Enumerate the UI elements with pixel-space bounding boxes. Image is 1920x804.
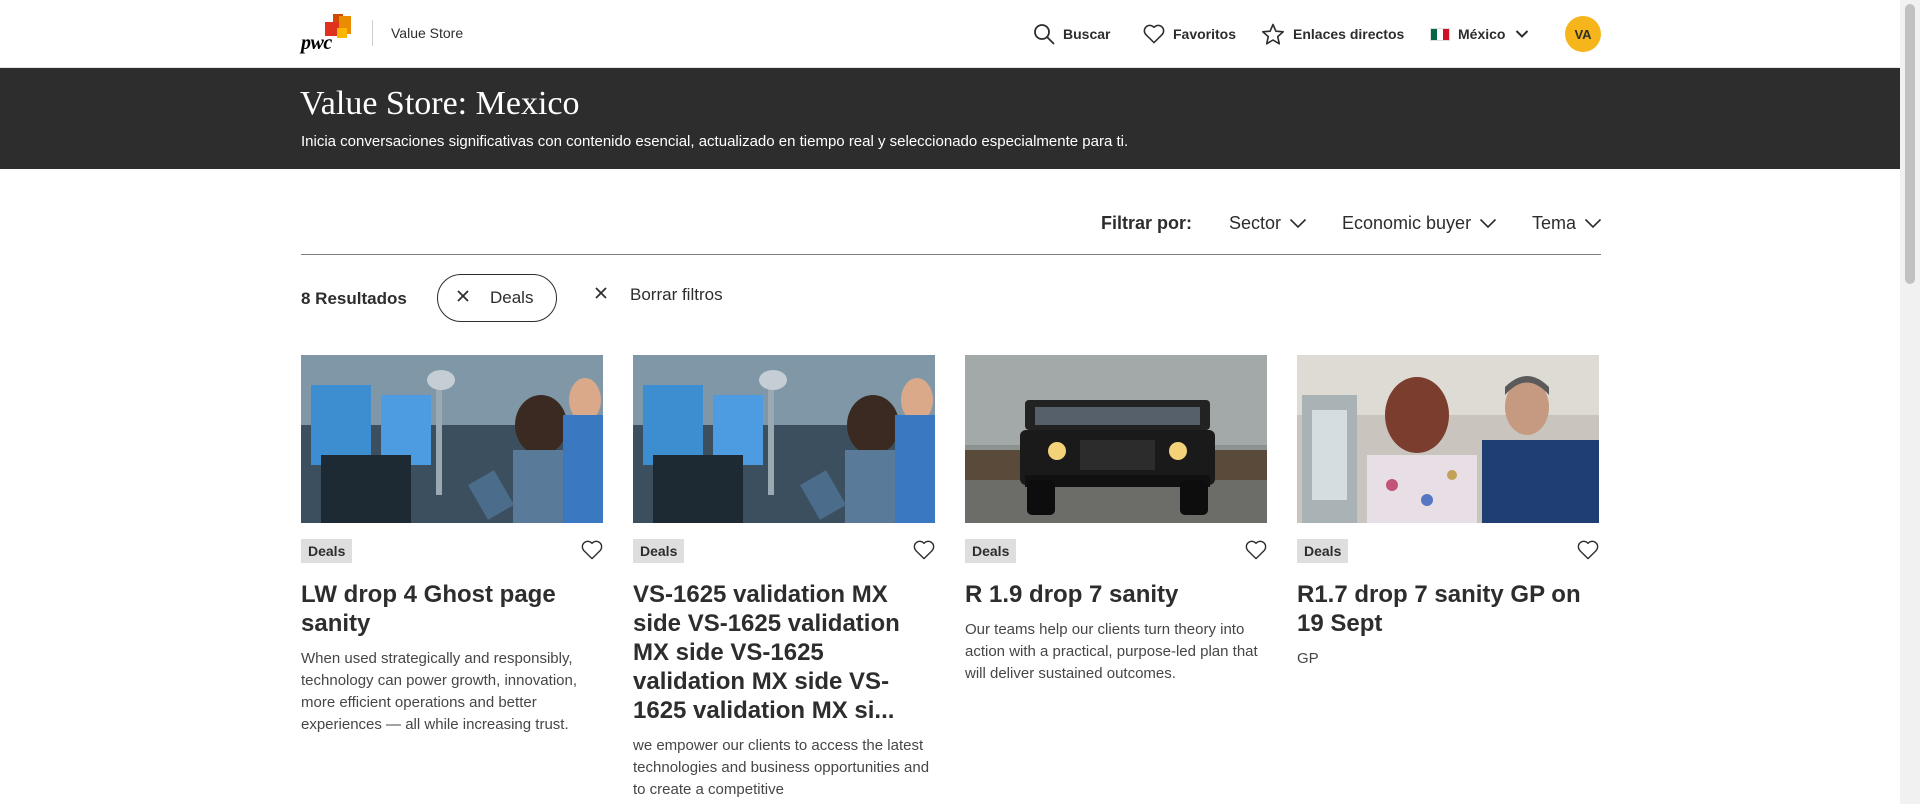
quick-links-button[interactable]: Enlaces directos <box>1261 22 1404 46</box>
page-title: Value Store: Mexico <box>300 85 580 122</box>
mexico-flag-icon <box>1430 27 1450 41</box>
tema-filter-dropdown[interactable]: Tema <box>1532 213 1602 234</box>
category-tag: Deals <box>301 539 353 563</box>
card-image-meeting[interactable] <box>1297 355 1599 523</box>
content-card[interactable]: Deals R1.7 drop 7 sanity GP on 19 Sept G… <box>1297 355 1599 670</box>
chevron-down-icon <box>1576 213 1602 234</box>
favorite-heart-icon[interactable] <box>581 540 603 565</box>
category-tag: Deals <box>965 539 1017 563</box>
close-icon[interactable] <box>456 288 470 308</box>
economic-buyer-filter-dropdown[interactable]: Economic buyer <box>1342 213 1497 234</box>
page-scrollbar[interactable] <box>1900 0 1920 804</box>
scrollbar-thumb[interactable] <box>1905 4 1915 284</box>
sector-filter-dropdown[interactable]: Sector <box>1229 213 1307 234</box>
brand-name[interactable]: Value Store <box>391 25 463 41</box>
card-description: When used strategically and responsibly,… <box>301 650 578 733</box>
brand-divider <box>372 20 373 46</box>
card-title[interactable]: LW drop 4 Ghost page sanity <box>301 580 603 638</box>
content-card[interactable]: Deals VS-1625 validation MX side VS-1625… <box>633 355 935 801</box>
clear-filters-button[interactable]: Borrar filtros <box>594 285 723 305</box>
card-title[interactable]: VS-1625 validation MX side VS-1625 valid… <box>633 580 935 725</box>
favorite-heart-icon[interactable] <box>1245 540 1267 565</box>
chevron-down-icon <box>1515 29 1529 39</box>
content-card[interactable]: Deals LW drop 4 Ghost page sanity When u… <box>301 355 603 736</box>
search-label: Buscar <box>1063 26 1111 42</box>
quick-links-label: Enlaces directos <box>1293 26 1405 42</box>
category-tag: Deals <box>633 539 685 563</box>
card-title[interactable]: R1.7 drop 7 sanity GP on 19 Sept <box>1297 580 1599 638</box>
clear-filters-label: Borrar filtros <box>630 285 723 304</box>
chevron-down-icon <box>1281 213 1307 234</box>
favorites-button[interactable]: Favoritos <box>1143 22 1236 46</box>
tema-filter-label: Tema <box>1532 213 1577 233</box>
active-filter-chip-deals[interactable]: Deals <box>437 274 557 322</box>
card-image-office[interactable] <box>301 355 603 523</box>
user-avatar[interactable]: VA <box>1565 16 1601 52</box>
pwc-logo[interactable]: pwc <box>301 14 353 54</box>
page-subtitle: Inicia conversaciones significativas con… <box>301 133 1129 150</box>
chevron-down-icon <box>1471 213 1497 234</box>
favorite-heart-icon[interactable] <box>1577 540 1599 565</box>
card-image-office[interactable] <box>633 355 935 523</box>
search-button[interactable]: Buscar <box>1033 22 1110 46</box>
filter-bar: Filtrar por: Sector Economic buyer Tema <box>301 200 1602 255</box>
close-icon <box>594 285 608 305</box>
sector-filter-label: Sector <box>1229 213 1282 233</box>
heart-icon <box>1143 24 1165 44</box>
country-selector[interactable]: México <box>1430 22 1529 46</box>
pwc-logo-text: pwc <box>301 32 332 54</box>
hero-banner: Value Store: Mexico Inicia conversacione… <box>0 68 1900 169</box>
favorites-label: Favoritos <box>1173 26 1237 42</box>
country-label: México <box>1458 26 1506 42</box>
top-navigation: pwc Value Store Buscar Favoritos Enlaces… <box>0 0 1900 68</box>
card-title[interactable]: R 1.9 drop 7 sanity <box>965 580 1267 609</box>
results-count: 8 Resultados <box>301 289 407 308</box>
filter-label: Filtrar por: <box>1101 213 1193 233</box>
active-filter-label: Deals <box>490 288 534 307</box>
star-icon <box>1261 23 1285 46</box>
card-description: GP <box>1297 650 1319 667</box>
category-tag: Deals <box>1297 539 1349 563</box>
content-card[interactable]: Deals R 1.9 drop 7 sanity Our teams help… <box>965 355 1267 685</box>
card-description: we empower our clients to access the lat… <box>633 737 930 798</box>
card-image-jeep[interactable] <box>965 355 1267 523</box>
search-icon <box>1033 23 1055 45</box>
favorite-heart-icon[interactable] <box>913 540 935 565</box>
card-description: Our teams help our clients turn theory i… <box>965 621 1258 682</box>
economic-buyer-filter-label: Economic buyer <box>1342 213 1472 233</box>
